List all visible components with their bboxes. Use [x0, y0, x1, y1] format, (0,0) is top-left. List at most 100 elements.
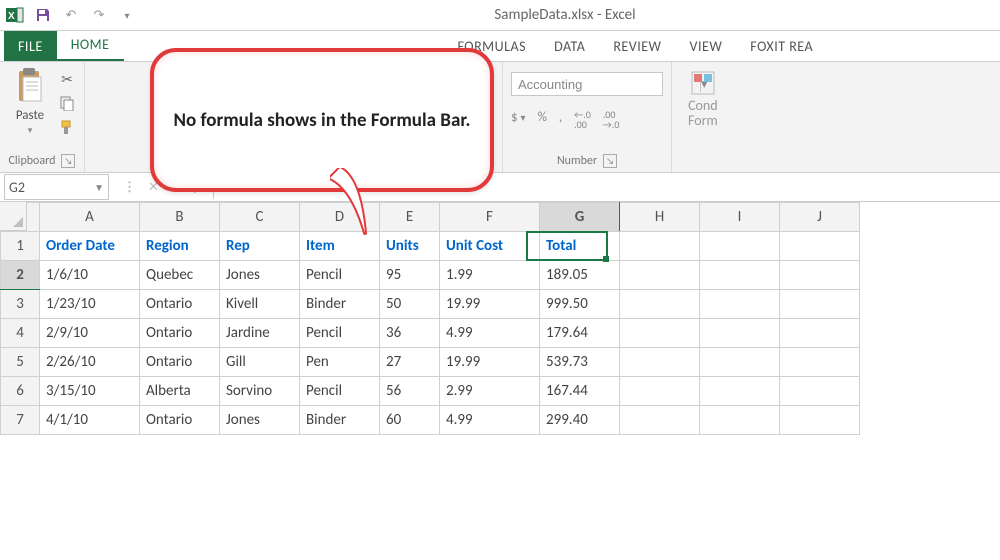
cell[interactable]: 50	[380, 290, 440, 319]
cell[interactable]	[620, 406, 700, 435]
cell[interactable]: 36	[380, 319, 440, 348]
cut-icon[interactable]: ✂	[58, 70, 76, 88]
cell[interactable]: Pen	[300, 348, 380, 377]
cell[interactable]	[620, 319, 700, 348]
cell[interactable]: 1.99	[440, 261, 540, 290]
cell[interactable]	[780, 348, 860, 377]
cell[interactable]	[620, 290, 700, 319]
cell[interactable]: 4.99	[440, 406, 540, 435]
cell[interactable]: Jones	[220, 406, 300, 435]
row-header[interactable]: 4	[1, 319, 40, 348]
row-header[interactable]: 2	[1, 261, 40, 290]
tab-review[interactable]: REVIEW	[599, 31, 675, 61]
cell[interactable]: 4.99	[440, 319, 540, 348]
cell[interactable]: Ontario	[140, 348, 220, 377]
col-header[interactable]: I	[700, 203, 780, 232]
cell[interactable]	[700, 319, 780, 348]
accounting-format-button[interactable]: $ ▾	[511, 110, 526, 130]
row-header[interactable]: 1	[1, 232, 40, 261]
cell[interactable]: Kivell	[220, 290, 300, 319]
tab-data[interactable]: DATA	[540, 31, 599, 61]
comma-format-button[interactable]: ,	[559, 110, 562, 130]
col-header[interactable]: B	[140, 203, 220, 232]
tab-home[interactable]: HOME	[57, 29, 124, 61]
cell[interactable]: 2/9/10	[40, 319, 140, 348]
number-format-dropdown[interactable]: ▾	[511, 72, 663, 96]
qat-customize-icon[interactable]: ▾	[118, 6, 136, 24]
cell[interactable]: 19.99	[440, 290, 540, 319]
cell[interactable]: Ontario	[140, 290, 220, 319]
cell[interactable]: Quebec	[140, 261, 220, 290]
tab-foxit[interactable]: Foxit Rea	[736, 31, 827, 61]
cell[interactable]	[700, 232, 780, 261]
tab-file[interactable]: FILE	[4, 31, 57, 61]
number-dialog-launcher-icon[interactable]: ↘	[603, 154, 617, 168]
cell[interactable]	[700, 377, 780, 406]
cell[interactable]: Pencil	[300, 261, 380, 290]
row-header[interactable]: 7	[1, 406, 40, 435]
cell[interactable]: Pencil	[300, 319, 380, 348]
conditional-formatting-button[interactable]: Cond Form	[680, 66, 726, 133]
col-header[interactable]: H	[620, 203, 700, 232]
cell[interactable]: Alberta	[140, 377, 220, 406]
cell[interactable]: Rep	[220, 232, 300, 261]
cell[interactable]	[700, 348, 780, 377]
cell[interactable]: Binder	[300, 290, 380, 319]
cell[interactable]	[780, 290, 860, 319]
col-header[interactable]: A	[40, 203, 140, 232]
cell[interactable]: Gill	[220, 348, 300, 377]
cell[interactable]	[700, 261, 780, 290]
cell[interactable]: Jardine	[220, 319, 300, 348]
percent-format-button[interactable]: %	[538, 110, 547, 130]
cell[interactable]: 299.40	[540, 406, 620, 435]
row-header[interactable]: 5	[1, 348, 40, 377]
format-painter-icon[interactable]	[58, 118, 76, 136]
row-header[interactable]: 6	[1, 377, 40, 406]
name-box[interactable]: G2 ▼	[4, 174, 109, 200]
cell[interactable]: Ontario	[140, 406, 220, 435]
cell[interactable]: Jones	[220, 261, 300, 290]
copy-icon[interactable]	[58, 94, 76, 112]
cell[interactable]: Order Date	[40, 232, 140, 261]
cell[interactable]: 1/6/10	[40, 261, 140, 290]
cell[interactable]	[780, 232, 860, 261]
cell[interactable]: 4/1/10	[40, 406, 140, 435]
tab-view[interactable]: VIEW	[676, 31, 737, 61]
cell[interactable]: 19.99	[440, 348, 540, 377]
clipboard-dialog-launcher-icon[interactable]: ↘	[61, 154, 75, 168]
cell[interactable]	[700, 406, 780, 435]
cell[interactable]: 189.05	[540, 261, 620, 290]
col-header[interactable]: J	[780, 203, 860, 232]
cell[interactable]	[620, 261, 700, 290]
col-header[interactable]: C	[220, 203, 300, 232]
cell[interactable]: Sorvino	[220, 377, 300, 406]
cell[interactable]: 2/26/10	[40, 348, 140, 377]
cell[interactable]: Ontario	[140, 319, 220, 348]
increase-decimal-icon[interactable]: ←.0.00	[574, 110, 591, 130]
cell[interactable]: 179.64	[540, 319, 620, 348]
undo-icon[interactable]: ↶	[62, 6, 80, 24]
select-all-triangle-icon[interactable]	[0, 202, 27, 231]
cell[interactable]	[780, 406, 860, 435]
cell[interactable]: 2.99	[440, 377, 540, 406]
row-header[interactable]: 3	[1, 290, 40, 319]
col-header[interactable]: F	[440, 203, 540, 232]
cell[interactable]: 60	[380, 406, 440, 435]
cell[interactable]: 3/15/10	[40, 377, 140, 406]
cell[interactable]	[620, 377, 700, 406]
cell[interactable]: 999.50	[540, 290, 620, 319]
cell[interactable]	[620, 348, 700, 377]
cell[interactable]: 167.44	[540, 377, 620, 406]
cell[interactable]	[780, 319, 860, 348]
paste-button[interactable]: Paste ▾	[8, 66, 52, 136]
cell[interactable]: 95	[380, 261, 440, 290]
cell[interactable]: 56	[380, 377, 440, 406]
cell[interactable]: 27	[380, 348, 440, 377]
cell[interactable]: Total	[540, 232, 620, 261]
cell[interactable]	[780, 261, 860, 290]
cell[interactable]	[620, 232, 700, 261]
cell[interactable]: Unit Cost	[440, 232, 540, 261]
cell[interactable]: 539.73	[540, 348, 620, 377]
cell[interactable]	[780, 377, 860, 406]
worksheet-grid[interactable]: A B C D E F G H I J 1Order DateRegionRep…	[0, 202, 1000, 435]
